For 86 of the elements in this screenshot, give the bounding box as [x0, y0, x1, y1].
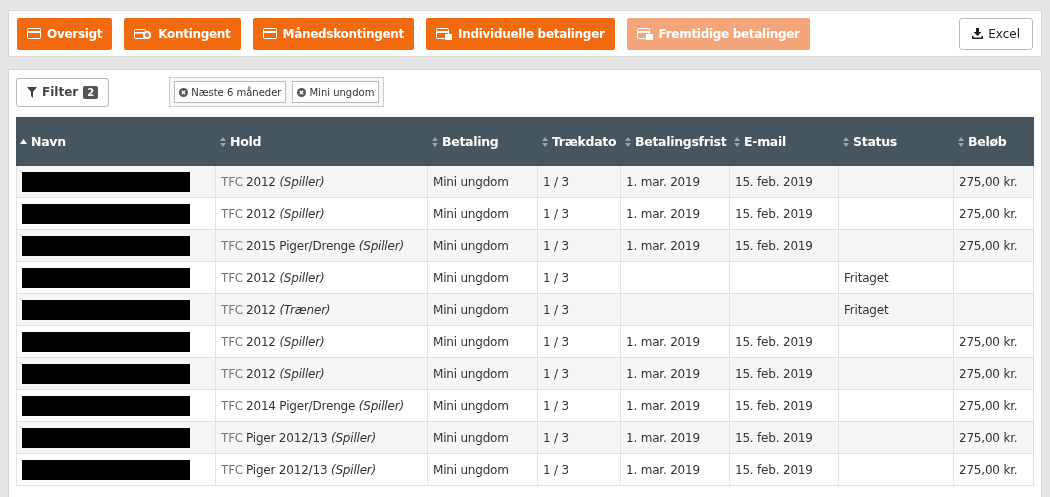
sort-icon [542, 136, 548, 147]
sort-icon [958, 136, 964, 147]
filter-chip[interactable]: Mini ungdom [292, 81, 380, 103]
table-cell: 1. mar. 2019 [621, 198, 730, 230]
download-icon [972, 28, 984, 39]
table-cell: TFC 2012 (Spiller) [216, 198, 428, 230]
sort-ascending-icon [20, 139, 27, 144]
card-coin-icon [134, 27, 153, 40]
table-cell: 275,00 kr. [954, 326, 1034, 358]
table-cell: 1. mar. 2019 [621, 166, 730, 198]
table-cell: 275,00 kr. [954, 390, 1034, 422]
table-cell: TFC 2012 (Spiller) [216, 358, 428, 390]
table-cell: Mini ungdom [428, 390, 538, 422]
table-cell: 1. mar. 2019 [621, 454, 730, 486]
table-cell: TFC 2012 (Spiller) [216, 166, 428, 198]
filter-chip[interactable]: Næste 6 måneder [174, 81, 287, 103]
table-cell: TFC 2012 (Spiller) [216, 262, 428, 294]
table-cell: Mini ungdom [428, 358, 538, 390]
sort-icon [220, 136, 226, 147]
table-cell: 1 / 3 [538, 454, 621, 486]
excel-export-button[interactable]: Excel [959, 17, 1033, 50]
table-cell: Mini ungdom [428, 294, 538, 326]
column-header[interactable]: E-mail [730, 117, 839, 166]
column-header[interactable]: Status [839, 117, 954, 166]
table-cell: 15. feb. 2019 [730, 358, 839, 390]
table-cell: TFC 2012 (Træner) [216, 294, 428, 326]
table-cell: 1. mar. 2019 [621, 358, 730, 390]
column-header[interactable]: Hold [216, 117, 428, 166]
table-cell: 15. feb. 2019 [730, 454, 839, 486]
table-cell: 15. feb. 2019 [730, 390, 839, 422]
card-icon [262, 28, 277, 39]
column-header[interactable]: Betaling [428, 117, 538, 166]
table-cell: 275,00 kr. [954, 230, 1034, 262]
table-cell: 1 / 3 [538, 358, 621, 390]
table-cell: Fritaget [839, 262, 954, 294]
table-cell: 1 / 3 [538, 166, 621, 198]
table-cell: 15. feb. 2019 [730, 422, 839, 454]
table-cell: TFC 2012 (Spiller) [216, 326, 428, 358]
table-cell: 275,00 kr. [954, 358, 1034, 390]
table-cell: Mini ungdom [428, 198, 538, 230]
filter-button[interactable]: Filter 2 [16, 77, 110, 107]
table-cell: Fritaget [839, 294, 954, 326]
table-cell: 1 / 3 [538, 294, 621, 326]
column-header[interactable]: Beløb [954, 117, 1034, 166]
sort-icon [843, 136, 849, 147]
table-cell: 1. mar. 2019 [621, 422, 730, 454]
filter-icon [27, 86, 37, 98]
table-cell: Mini ungdom [428, 166, 538, 198]
table-cell: 15. feb. 2019 [730, 230, 839, 262]
table-cell: 15. feb. 2019 [730, 326, 839, 358]
card-list-icon [436, 27, 453, 40]
table-cell: TFC Piger 2012/13 (Spiller) [216, 454, 428, 486]
sort-icon [734, 136, 740, 147]
filter-count: 2 [83, 85, 99, 99]
table-cell: 1. mar. 2019 [621, 390, 730, 422]
remove-icon [179, 87, 189, 97]
table-cell: 15. feb. 2019 [730, 198, 839, 230]
card-list-icon [636, 27, 653, 40]
column-header[interactable]: Trækdato [538, 117, 621, 166]
sort-icon [432, 136, 438, 147]
table-cell: Mini ungdom [428, 230, 538, 262]
table-cell: 1 / 3 [538, 198, 621, 230]
table-cell: 275,00 kr. [954, 454, 1034, 486]
table-cell: 1. mar. 2019 [621, 230, 730, 262]
table-cell: 275,00 kr. [954, 166, 1034, 198]
table-cell: 1 / 3 [538, 230, 621, 262]
table-cell: Mini ungdom [428, 422, 538, 454]
card-icon [27, 28, 41, 39]
table-cell: 1 / 3 [538, 422, 621, 454]
table-cell: 1 / 3 [538, 326, 621, 358]
table-cell: 1 / 3 [538, 390, 621, 422]
table-cell: 1 / 3 [538, 262, 621, 294]
remove-icon [297, 87, 307, 97]
table-cell: TFC 2014 Piger/Drenge (Spiller) [216, 390, 428, 422]
table-cell: 275,00 kr. [954, 198, 1034, 230]
table-cell: Mini ungdom [428, 262, 538, 294]
column-header[interactable]: Navn [16, 117, 216, 166]
table-cell: 1. mar. 2019 [621, 326, 730, 358]
table-cell: 15. feb. 2019 [730, 166, 839, 198]
column-header[interactable]: Betalingsfrist [621, 117, 730, 166]
sort-icon [625, 136, 631, 147]
table-cell: TFC 2015 Piger/Drenge (Spiller) [216, 230, 428, 262]
table-cell: Mini ungdom [428, 326, 538, 358]
table-cell: 275,00 kr. [954, 422, 1034, 454]
table-cell: TFC Piger 2012/13 (Spiller) [216, 422, 428, 454]
table-cell: Mini ungdom [428, 454, 538, 486]
